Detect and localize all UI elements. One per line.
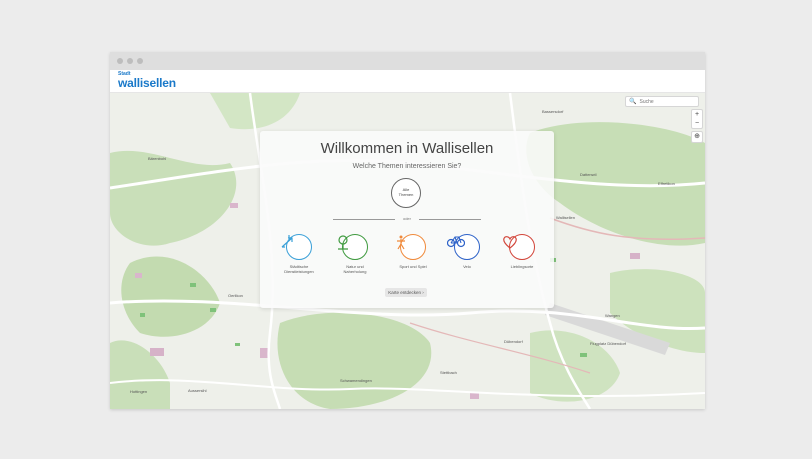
map-label: Bärenbohl bbox=[148, 156, 167, 161]
welcome-title: Willkommen in Wallisellen bbox=[320, 140, 494, 157]
topic-label: Sport und Spiel bbox=[399, 264, 427, 269]
topic-staedtische-dienstleistungen[interactable]: Städtische Dienstleistungen bbox=[279, 234, 319, 274]
sport-icon bbox=[397, 234, 426, 260]
topic-natur-und-naherholung[interactable]: Natur und Naherholung bbox=[335, 234, 375, 274]
window-dot[interactable] bbox=[137, 58, 143, 64]
map-search-input[interactable]: 🔍 Suche bbox=[625, 96, 699, 107]
window-dot[interactable] bbox=[127, 58, 133, 64]
topic-velo[interactable]: Velo bbox=[447, 234, 487, 269]
site-logo[interactable]: Stadt wallisellen bbox=[118, 72, 176, 90]
window-titlebar bbox=[110, 52, 705, 70]
map-label: Stettbach bbox=[440, 370, 457, 375]
topic-label: Velo bbox=[463, 264, 471, 269]
topic-label: Städtische Dienstleistungen bbox=[284, 264, 314, 275]
tree-icon bbox=[338, 234, 368, 260]
all-topics-button[interactable]: Alle Themen bbox=[391, 178, 421, 208]
or-label: oder bbox=[402, 216, 411, 221]
map-label: Dattenwil bbox=[580, 172, 597, 177]
topic-sport-und-spiel[interactable]: Sport und Spiel bbox=[393, 234, 433, 269]
chevron-right-icon: › bbox=[422, 290, 424, 295]
site-header: Stadt wallisellen bbox=[110, 70, 705, 93]
map-label: Effretikon bbox=[658, 181, 675, 186]
crane-icon bbox=[281, 234, 312, 260]
map-label: Schwamendingen bbox=[340, 378, 372, 383]
bicycle-icon bbox=[447, 234, 480, 260]
browser-window: Stadt wallisellen Bärenbohl Bassersdorf … bbox=[110, 52, 705, 409]
zoom-in-button[interactable]: + bbox=[692, 110, 702, 119]
crosshair-icon[interactable]: ⊕ bbox=[691, 131, 703, 143]
logo-main-text: wallisellen bbox=[118, 76, 176, 90]
zoom-control: + − bbox=[691, 109, 703, 129]
map-label: Bassersdorf bbox=[542, 109, 564, 114]
zoom-out-button[interactable]: − bbox=[692, 119, 702, 128]
map-view[interactable]: Bärenbohl Bassersdorf Dattenwil Wangen D… bbox=[110, 93, 705, 409]
heart-icon bbox=[503, 234, 535, 260]
search-placeholder: Suche bbox=[639, 98, 654, 105]
map-label: Oerlikon bbox=[228, 293, 243, 298]
map-label: Flugplatz Dübendorf bbox=[590, 341, 627, 346]
map-label: Aussersihl bbox=[188, 388, 207, 393]
map-label: Dübendorf bbox=[504, 339, 523, 344]
map-label: Wangen bbox=[605, 313, 620, 318]
map-label: Hottingen bbox=[130, 389, 148, 394]
window-dot[interactable] bbox=[117, 58, 123, 64]
topic-label: Lieblingsorte bbox=[510, 264, 534, 269]
explore-map-label: Karte entdecken bbox=[388, 290, 421, 295]
map-label: Wallisellen bbox=[556, 215, 575, 220]
all-topics-line2: Themen bbox=[398, 192, 414, 197]
welcome-dialog: Willkommen in Wallisellen Welche Themen … bbox=[260, 131, 554, 308]
topic-label: Natur und Naherholung bbox=[343, 264, 367, 275]
explore-map-button[interactable]: Karte entdecken › bbox=[385, 288, 427, 297]
topic-lieblingsorte[interactable]: Lieblingsorte bbox=[502, 234, 542, 269]
search-icon: 🔍 bbox=[629, 99, 637, 105]
welcome-subtitle: Welche Themen interessieren Sie? bbox=[352, 163, 462, 170]
